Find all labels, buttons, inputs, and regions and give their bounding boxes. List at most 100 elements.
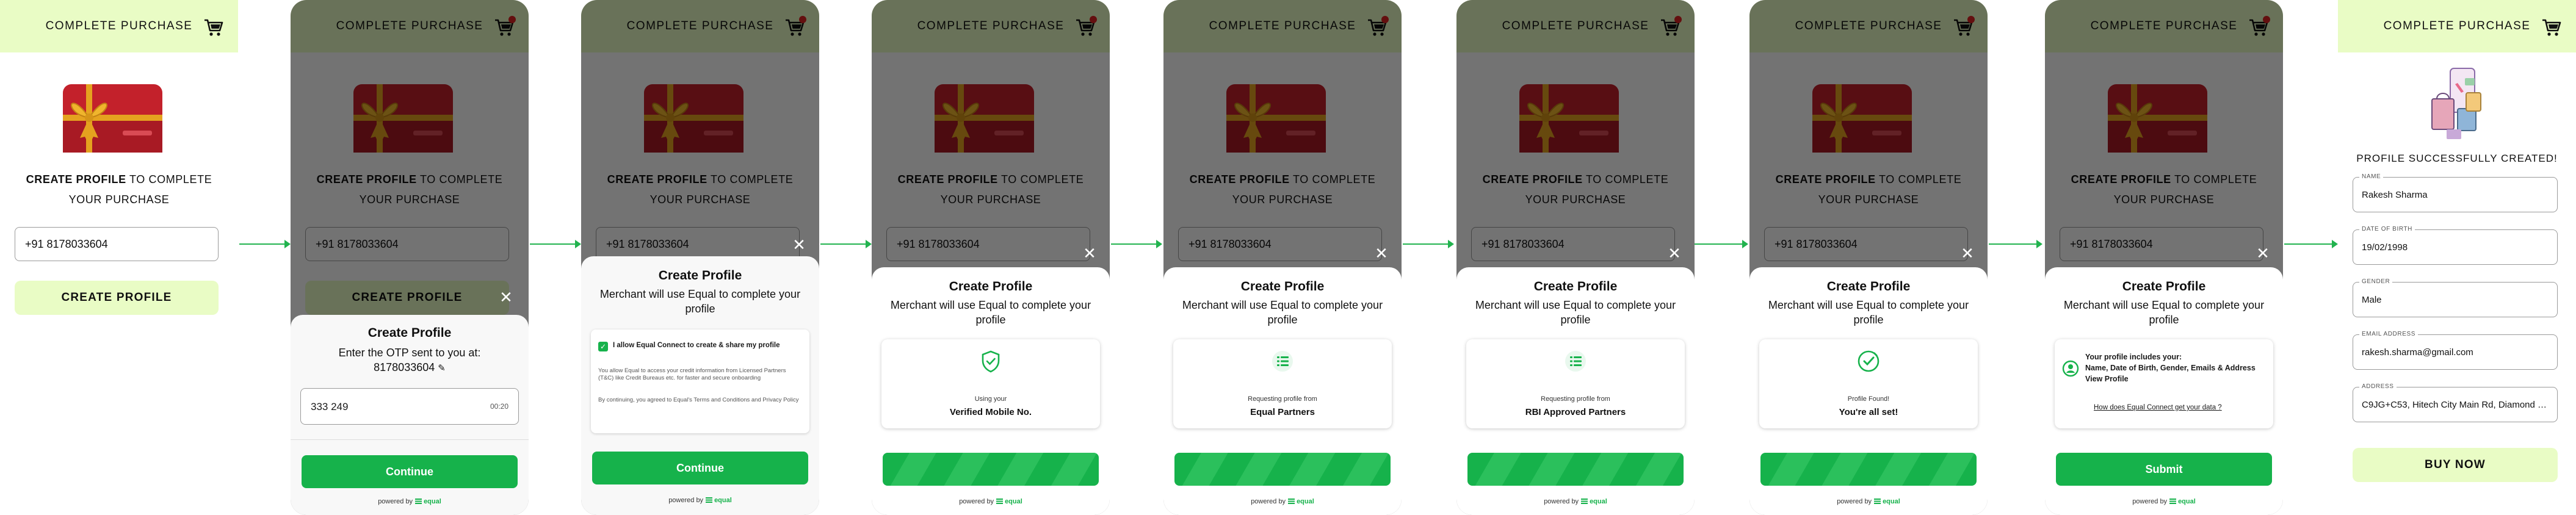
step-caption: Profile Found! xyxy=(1847,395,1890,403)
sheet-subtitle: Merchant will use Equal to complete your… xyxy=(599,288,801,315)
view-profile-link[interactable]: View Profile xyxy=(2085,375,2129,383)
screen-otp: COMPLETE PURCHASE CREATE PROFILE TO COMP… xyxy=(291,0,529,515)
close-icon[interactable]: ✕ xyxy=(1668,245,1681,261)
close-icon[interactable]: ✕ xyxy=(1083,245,1096,261)
consent-terms[interactable]: By continuing, you agreed to Equal's Ter… xyxy=(598,397,802,404)
flow-arrow xyxy=(1111,240,1162,248)
pencil-icon[interactable]: ✎ xyxy=(438,363,446,373)
profile-summary-card: Your profile includes your: Name, Date o… xyxy=(2055,339,2273,428)
email-field[interactable]: EMAIL ADDRESS rakesh.sharma@gmail.com xyxy=(2353,331,2558,370)
consent-sheet: Create Profile Merchant will use Equal t… xyxy=(581,256,819,515)
name-field[interactable]: NAME Rakesh Sharma xyxy=(2353,173,2558,212)
close-icon[interactable]: ✕ xyxy=(792,237,806,253)
otp-input[interactable]: 333 249 00:20 xyxy=(300,388,519,425)
shield-check-icon xyxy=(979,349,1003,373)
flow-arrow xyxy=(820,240,872,248)
screen-step-partners: COMPLETE PURCHASE CREATE PROFILE TO COMP… xyxy=(1163,0,1402,515)
powered-by: powered by equal xyxy=(1544,498,1607,505)
equal-logo-icon xyxy=(2169,499,2177,504)
user-icon xyxy=(2062,360,2079,377)
step-title: Verified Mobile No. xyxy=(949,407,1032,417)
continue-button[interactable] xyxy=(1760,453,1977,486)
continue-button[interactable]: Continue xyxy=(302,455,518,488)
flow-arrow xyxy=(530,240,581,248)
continue-button[interactable] xyxy=(1467,453,1684,486)
otp-value: 333 249 xyxy=(311,401,349,412)
continue-button[interactable] xyxy=(883,453,1099,486)
consent-label: I allow Equal Connect to create & share … xyxy=(613,342,780,349)
check-badge-icon xyxy=(1856,349,1881,373)
list-icon xyxy=(1270,349,1295,373)
equal-connect-data-link[interactable]: How does Equal Connect get your data ? xyxy=(2094,404,2222,411)
close-icon[interactable]: ✕ xyxy=(2256,245,2270,261)
screen-step-mobile: COMPLETE PURCHASE CREATE PROFILE TO COMP… xyxy=(872,0,1110,515)
cart-icon[interactable] xyxy=(204,18,223,37)
sheet-subtitle: Merchant will use Equal to complete your… xyxy=(890,299,1091,326)
header-title: COMPLETE PURCHASE xyxy=(2383,20,2531,32)
address-field[interactable]: ADDRESS C9JG+C53, Hitech City Main Rd, Di… xyxy=(2353,383,2558,422)
equal-logo-icon xyxy=(1288,499,1295,504)
sheet-subtitle: Merchant will use Equal to complete your… xyxy=(2063,299,2265,326)
step-caption: Requesting profile from xyxy=(1541,395,1610,403)
sheet-title: Create Profile xyxy=(1826,279,1911,294)
equal-logo-icon xyxy=(706,497,713,503)
dob-field[interactable]: DATE OF BIRTH 19/02/1998 xyxy=(2353,226,2558,265)
powered-by: powered by equal xyxy=(1837,498,1900,505)
flow-arrow xyxy=(239,240,291,248)
consent-fine-print: You allow Equal to access your credit in… xyxy=(598,367,786,381)
otp-prompt: Enter the OTP sent to you at: xyxy=(338,347,481,359)
buy-now-button[interactable]: BUY NOW xyxy=(2353,448,2558,482)
powered-by: powered by equal xyxy=(959,498,1022,505)
sheet-title: Create Profile xyxy=(949,279,1033,294)
continue-button[interactable]: Continue xyxy=(592,452,808,484)
app-header: COMPLETE PURCHASE xyxy=(0,0,238,52)
screen-step-rbi: COMPLETE PURCHASE CREATE PROFILE TO COMP… xyxy=(1456,0,1695,515)
sheet-title: Create Profile xyxy=(1240,279,1325,294)
app-header: COMPLETE PURCHASE xyxy=(2338,0,2576,52)
success-title: PROFILE SUCCESSFULLY CREATED! xyxy=(2356,153,2558,164)
progress-sheet: Create Profile Merchant will use Equal t… xyxy=(1456,267,1695,515)
cart-icon[interactable] xyxy=(2542,18,2561,37)
sheet-title: Create Profile xyxy=(658,268,742,283)
consent-card: ✓ I allow Equal Connect to create & shar… xyxy=(591,330,809,433)
gift-card-icon xyxy=(63,84,162,153)
step-caption: Using your xyxy=(974,395,1007,403)
step-title: RBI Approved Partners xyxy=(1525,407,1626,417)
powered-by: powered by equal xyxy=(378,498,441,505)
otp-sheet: Create Profile Enter the OTP sent to you… xyxy=(291,315,529,515)
summary-heading: Your profile includes your: xyxy=(2085,353,2182,361)
sheet-title: Create Profile xyxy=(2122,279,2206,294)
sheet-subtitle: Merchant will use Equal to complete your… xyxy=(1768,299,1969,326)
step-title: You're all set! xyxy=(1839,407,1898,417)
phone-input[interactable]: +91 8178033604 xyxy=(15,227,219,261)
consent-checkbox[interactable]: ✓ xyxy=(598,342,608,351)
summary-sheet: Create Profile Merchant will use Equal t… xyxy=(2045,267,2283,515)
screen-profile-found: COMPLETE PURCHASE CREATE PROFILE TO COMP… xyxy=(1749,0,1988,515)
flow-arrow xyxy=(1403,240,1454,248)
screen-success: COMPLETE PURCHASE PROFILE SUCCESSFULLY C… xyxy=(2338,0,2576,515)
progress-sheet: Create Profile Merchant will use Equal t… xyxy=(1163,267,1402,515)
summary-fields: Name, Date of Birth, Gender, Emails & Ad… xyxy=(2085,364,2256,372)
divider xyxy=(291,439,529,440)
otp-timer: 00:20 xyxy=(490,402,508,411)
step-title: Equal Partners xyxy=(1250,407,1315,417)
create-profile-button[interactable]: CREATE PROFILE xyxy=(15,281,219,315)
step-card: Using your Verified Mobile No. xyxy=(881,339,1100,428)
gender-field[interactable]: GENDER Male xyxy=(2353,278,2558,317)
create-profile-prompt: CREATE PROFILE TO COMPLETE YOUR PURCHASE xyxy=(26,173,212,206)
shopping-illustration-icon xyxy=(2431,68,2481,139)
submit-button[interactable]: Submit xyxy=(2056,453,2272,486)
close-icon[interactable]: ✕ xyxy=(1961,245,1974,261)
equal-logo-icon xyxy=(415,499,422,504)
close-icon[interactable]: ✕ xyxy=(499,289,513,305)
close-icon[interactable]: ✕ xyxy=(1375,245,1388,261)
sheet-subtitle: Merchant will use Equal to complete your… xyxy=(1475,299,1676,326)
progress-sheet: Create Profile Merchant will use Equal t… xyxy=(872,267,1110,515)
header-title: COMPLETE PURCHASE xyxy=(45,20,193,32)
powered-by: powered by equal xyxy=(2132,498,2196,505)
continue-button[interactable] xyxy=(1174,453,1391,486)
screen-consent: COMPLETE PURCHASE CREATE PROFILE TO COMP… xyxy=(581,0,819,515)
screen-submit: COMPLETE PURCHASE CREATE PROFILE TO COMP… xyxy=(2045,0,2283,515)
sheet-title: Create Profile xyxy=(367,326,452,340)
sheet-subtitle: Merchant will use Equal to complete your… xyxy=(1182,299,1383,326)
